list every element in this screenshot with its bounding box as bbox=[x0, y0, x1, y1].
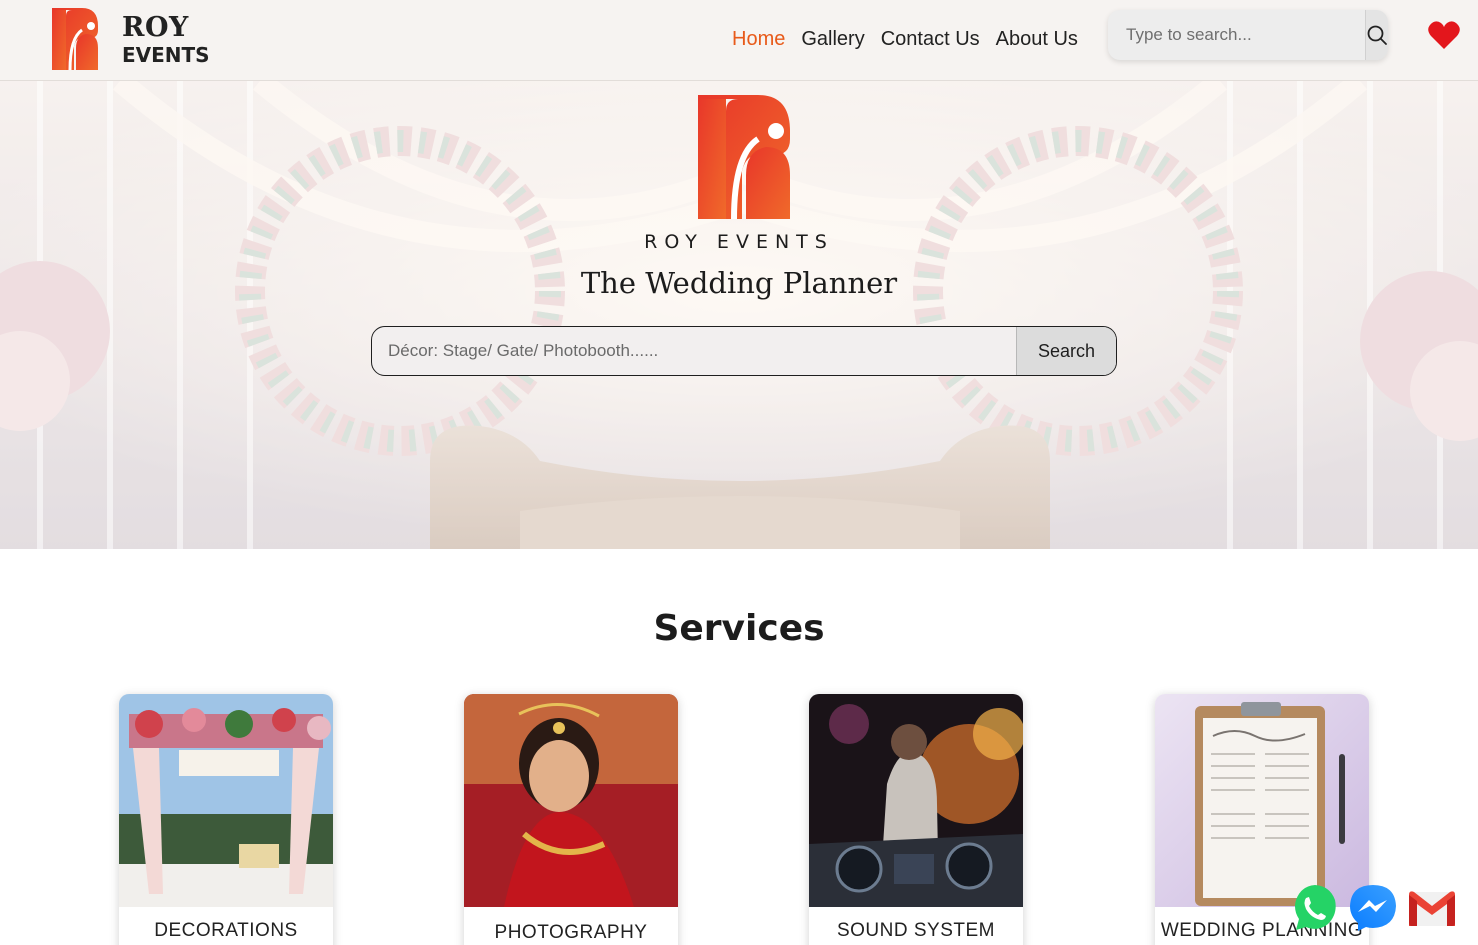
hero-search-input[interactable] bbox=[372, 327, 1016, 375]
site-header: ROY EVENTS Home Gallery Contact Us About… bbox=[0, 0, 1478, 81]
bride-portrait-image bbox=[464, 694, 678, 907]
nav-gallery[interactable]: Gallery bbox=[801, 28, 864, 51]
search-icon bbox=[1367, 25, 1387, 45]
hero-search-button[interactable]: Search bbox=[1016, 327, 1116, 375]
header-search bbox=[1108, 10, 1388, 60]
whatsapp-icon[interactable] bbox=[1288, 882, 1340, 934]
service-card-photography[interactable]: PHOTOGRAPHY bbox=[464, 694, 678, 945]
service-card-label: SOUND SYSTEM bbox=[836, 920, 996, 941]
hero-tagline: The Wedding Planner bbox=[580, 266, 898, 300]
hero-banner: ROY EVENTS The Wedding Planner Search bbox=[0, 81, 1478, 549]
nav-contact-us[interactable]: Contact Us bbox=[881, 28, 980, 51]
service-card-label: PHOTOGRAPHY bbox=[494, 922, 648, 943]
brand-name-line1: ROY bbox=[122, 11, 189, 43]
hero-search: Search bbox=[371, 326, 1117, 376]
dj-console-image bbox=[809, 694, 1023, 907]
service-card-sound-system[interactable]: SOUND SYSTEM bbox=[809, 694, 1023, 945]
heart-icon[interactable] bbox=[1428, 20, 1460, 50]
roy-events-hero-logo-icon bbox=[698, 95, 790, 219]
messenger-icon[interactable] bbox=[1347, 882, 1399, 934]
main-nav: Home Gallery Contact Us About Us bbox=[732, 28, 1078, 51]
nav-home[interactable]: Home bbox=[732, 28, 785, 51]
roy-events-logo-icon bbox=[52, 8, 98, 70]
decorated-mandap-image bbox=[119, 694, 333, 907]
brand-name: ROY EVENTS bbox=[122, 14, 210, 65]
brand-logo-link[interactable]: ROY EVENTS bbox=[52, 8, 210, 70]
header-search-button[interactable] bbox=[1365, 10, 1388, 60]
services-heading: Services bbox=[653, 608, 825, 649]
brand-name-line2: EVENTS bbox=[122, 42, 210, 67]
hero-brand-name: ROY EVENTS bbox=[644, 231, 834, 253]
gmail-icon[interactable] bbox=[1406, 882, 1458, 934]
nav-about-us[interactable]: About Us bbox=[996, 28, 1078, 51]
service-card-decorations[interactable]: DECORATIONS bbox=[119, 694, 333, 945]
header-search-input[interactable] bbox=[1108, 10, 1365, 60]
wedding-checklist-image bbox=[1155, 694, 1369, 907]
service-card-label: DECORATIONS bbox=[154, 920, 298, 941]
